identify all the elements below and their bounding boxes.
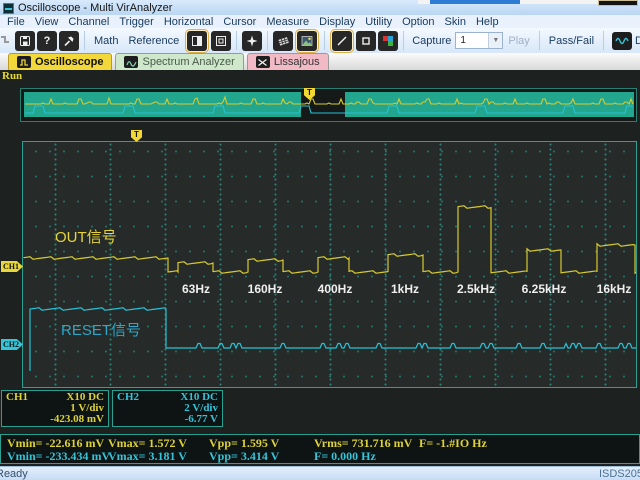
cursor-line-icon[interactable]: [332, 31, 352, 51]
ch1-marker[interactable]: CH1: [1, 261, 23, 272]
edge-blue-bar: [430, 0, 520, 4]
out-signal-label: OUT信号: [55, 226, 117, 247]
measurement-row2-2: Vpp= 3.414 V: [209, 449, 279, 464]
measurement-bar: Vmin= -22.616 mVVmax= 1.572 VVpp= 1.595 …: [0, 434, 640, 464]
toolbar-separator: [603, 31, 604, 50]
menu-bar: FileViewChannelTriggerHorizontalCursorMe…: [0, 15, 640, 28]
channel-offset: -423.08 mV: [6, 414, 104, 425]
measurement-row2-1: Vmax= 3.181 V: [108, 449, 187, 464]
overview-ch2-trace: [25, 106, 633, 113]
capture-label: Capture: [412, 35, 451, 47]
status-text: Ready: [0, 468, 28, 480]
menu-item-file[interactable]: File: [2, 16, 30, 28]
save-button[interactable]: [15, 31, 35, 51]
toolbar: ? Math Reference: [0, 28, 640, 53]
freq-label: 2.5kHz: [444, 282, 508, 296]
freq-label: 400Hz: [303, 282, 367, 296]
oscilloscope-icon: [17, 56, 31, 68]
reset-signal-label: RESET信号: [61, 319, 141, 340]
window-edge-artifact: [418, 0, 598, 4]
menu-item-utility[interactable]: Utility: [360, 16, 397, 28]
freq-label: 63Hz: [164, 282, 228, 296]
measurement-row2-3: F= 0.000 Hz: [314, 449, 376, 464]
overview-strip[interactable]: T: [20, 88, 637, 122]
menu-item-skin[interactable]: Skin: [440, 16, 471, 28]
channel-name: CH1: [6, 392, 28, 403]
display-single-icon[interactable]: [211, 31, 231, 51]
menu-item-cursor[interactable]: Cursor: [218, 16, 261, 28]
capture-select[interactable]: 1 ▼: [455, 32, 503, 49]
menu-item-trigger[interactable]: Trigger: [114, 16, 158, 28]
menu-item-help[interactable]: Help: [471, 16, 504, 28]
app-icon: [3, 3, 14, 14]
overview-ch1-trace: [25, 97, 633, 104]
dds-label: DDS: [635, 35, 640, 47]
tab-label: Spectrum Analyzer: [142, 56, 234, 68]
app-window: Oscilloscope - Multi VirAnalyzer FileVie…: [0, 0, 640, 480]
dds-button[interactable]: DDS: [612, 32, 640, 50]
waveform-traces: [23, 142, 636, 387]
help-button[interactable]: ?: [37, 31, 57, 51]
measurement-row1-4: F= -1.#IO Hz: [419, 436, 487, 451]
toolbar-separator: [236, 31, 237, 50]
square-icon[interactable]: [356, 31, 376, 51]
tools-button[interactable]: [59, 31, 79, 51]
tab-bar: Oscilloscope Spectrum Analyzer Lissajous: [0, 53, 640, 70]
calibrate-icon[interactable]: [273, 31, 293, 51]
capture-value: 1: [460, 35, 466, 46]
channel-panel-ch2[interactable]: CH2X10 DC2 V/div-6.77 V: [112, 390, 223, 427]
toolbar-separator: [539, 31, 540, 50]
toolbar-separator: [324, 31, 325, 50]
channel-offset: -6.77 V: [117, 414, 218, 425]
tab-oscilloscope[interactable]: Oscilloscope: [8, 53, 112, 70]
window-title: Oscilloscope - Multi VirAnalyzer: [18, 2, 172, 14]
measurement-row2-0: Vmin= -233.434 mV: [7, 449, 110, 464]
lissajous-icon: [256, 56, 270, 68]
freq-label: 16kHz: [582, 282, 640, 296]
menu-item-display[interactable]: Display: [314, 16, 360, 28]
freq-label: 1kHz: [373, 282, 437, 296]
toolbar-separator: [267, 31, 268, 50]
freq-label: 6.25kHz: [512, 282, 576, 296]
menu-item-option[interactable]: Option: [397, 16, 439, 28]
edge-dark-box: [598, 0, 638, 6]
spectrum-icon: [124, 56, 138, 68]
tab-lissajous[interactable]: Lissajous: [247, 53, 329, 70]
channel-panel-ch1[interactable]: CH1X10 DC1 V/div-423.08 mV: [1, 390, 109, 427]
menu-item-view[interactable]: View: [30, 16, 64, 28]
device-icon[interactable]: [0, 31, 13, 51]
device-model-text: ISDS205: [599, 468, 640, 480]
play-button[interactable]: Play: [508, 35, 529, 47]
channel-name: CH2: [117, 392, 139, 403]
menu-item-horizontal[interactable]: Horizontal: [159, 16, 219, 28]
tab-label: Oscilloscope: [35, 56, 103, 68]
run-status: Run: [2, 70, 22, 82]
chevron-down-icon[interactable]: ▼: [488, 33, 502, 48]
autoset-icon[interactable]: [242, 31, 262, 51]
screenshot-icon[interactable]: [297, 31, 317, 51]
display-split-icon[interactable]: [187, 31, 207, 51]
ch2-marker[interactable]: CH2: [1, 339, 23, 350]
menu-item-channel[interactable]: Channel: [63, 16, 114, 28]
freq-label: 160Hz: [233, 282, 297, 296]
title-bar[interactable]: Oscilloscope - Multi VirAnalyzer: [0, 0, 640, 15]
color-palette-icon[interactable]: [378, 31, 398, 51]
toolbar-separator: [403, 31, 404, 50]
waveform-plot[interactable]: OUT信号 RESET信号 63Hz 160Hz 400Hz 1kHz 2.5kHz 6.…: [22, 141, 637, 388]
scope-display: Run T T OUT信号 RESET信号 63Hz160Hz400Hz1kHz…: [0, 70, 640, 390]
overview-traces: [21, 89, 636, 121]
passfail-button[interactable]: Pass/Fail: [549, 35, 594, 47]
reference-button[interactable]: Reference: [128, 35, 179, 47]
dds-wave-icon: [612, 32, 632, 50]
tab-label: Lissajous: [274, 56, 320, 68]
tab-spectrum-analyzer[interactable]: Spectrum Analyzer: [115, 53, 243, 70]
status-bar: Ready ISDS205: [0, 466, 640, 480]
toolbar-separator: [84, 31, 85, 50]
menu-item-measure[interactable]: Measure: [261, 16, 314, 28]
math-button[interactable]: Math: [94, 35, 118, 47]
